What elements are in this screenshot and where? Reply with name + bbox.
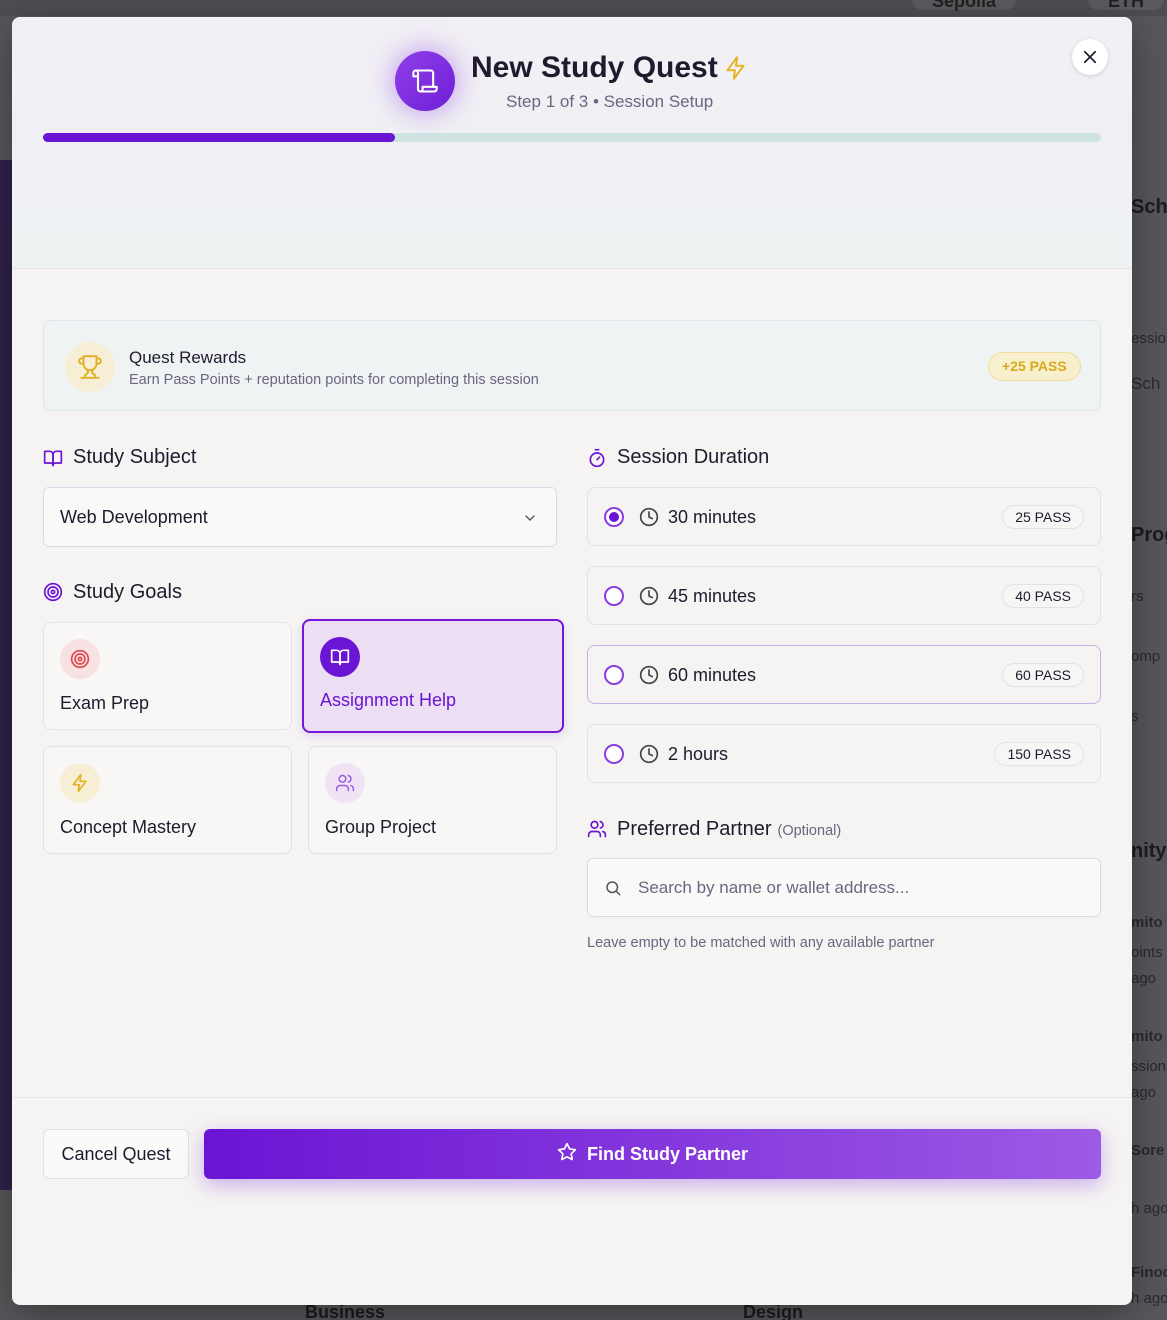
subject-select-value: Web Development xyxy=(60,507,208,527)
bg-fragment: Finoc xyxy=(1131,1264,1167,1281)
bg-fragment: h ago xyxy=(1131,1200,1167,1217)
partner-search-input[interactable] xyxy=(638,859,1088,916)
step-progress-bar xyxy=(43,133,1101,142)
book-icon xyxy=(320,637,360,677)
bg-fragment: oints xyxy=(1131,944,1163,961)
bg-fragment: omp xyxy=(1131,648,1161,665)
bg-fragment: Sore xyxy=(1131,1142,1165,1159)
rewards-badge: +25 PASS xyxy=(988,352,1081,381)
clock-icon xyxy=(639,507,659,532)
bg-fragment: nity xyxy=(1131,840,1167,862)
optional-tag: (Optional) xyxy=(777,823,842,839)
pass-badge: 150 PASS xyxy=(994,742,1084,766)
bg-fragment: s xyxy=(1131,708,1139,725)
network-pill: Sepolia xyxy=(912,0,1017,11)
goal-label: Assignment Help xyxy=(320,690,457,710)
users-icon xyxy=(587,819,607,844)
study-subject-label: Study Subject xyxy=(73,446,197,468)
duration-label: 30 minutes xyxy=(668,507,757,527)
bg-fragment: mito xyxy=(1131,1028,1163,1045)
session-duration-label: Session Duration xyxy=(617,446,770,468)
duration-label: 60 minutes xyxy=(668,665,757,685)
radio-button[interactable] xyxy=(604,507,624,527)
radio-button[interactable] xyxy=(604,586,624,606)
bg-fragment: Sche xyxy=(1131,196,1167,218)
partner-search-field[interactable] xyxy=(587,858,1101,917)
pass-badge: 40 PASS xyxy=(1002,584,1084,608)
goal-exam-prep[interactable]: Exam Prep xyxy=(43,622,292,730)
timer-icon xyxy=(587,448,607,473)
goal-label: Group Project xyxy=(325,817,437,837)
study-goals-label: Study Goals xyxy=(73,581,182,603)
goal-concept-mastery[interactable]: Concept Mastery xyxy=(43,746,292,854)
book-open-icon xyxy=(43,448,63,473)
clock-icon xyxy=(639,586,659,611)
rewards-title: Quest Rewards xyxy=(129,348,247,367)
clock-icon xyxy=(639,744,659,769)
new-quest-modal: New Study Quest Step 1 of 3 • Session Se… xyxy=(12,17,1132,1305)
currency-pill: ETH xyxy=(1088,0,1164,11)
duration-option-45min[interactable]: 45 minutes 40 PASS xyxy=(587,566,1101,625)
bg-fragment: ago xyxy=(1131,1084,1157,1101)
duration-label: 2 hours xyxy=(668,744,729,764)
find-study-partner-label: Find Study Partner xyxy=(586,1143,748,1164)
goal-group-project[interactable]: Group Project xyxy=(308,746,557,854)
modal-subtitle: Step 1 of 3 • Session Setup xyxy=(506,92,714,111)
pass-badge: 60 PASS xyxy=(1002,663,1084,687)
target-icon xyxy=(60,639,100,679)
modal-title: New Study Quest xyxy=(471,51,718,84)
radio-button[interactable] xyxy=(604,744,624,764)
users-icon xyxy=(325,763,365,803)
chevron-down-icon xyxy=(522,510,538,531)
radio-button[interactable] xyxy=(604,665,624,685)
bg-fragment: rs xyxy=(1131,588,1144,605)
bg-fragment: essio xyxy=(1131,330,1167,347)
bg-fragment: Prog xyxy=(1131,524,1167,546)
pass-badge: 25 PASS xyxy=(1002,505,1084,529)
star-icon xyxy=(557,1142,577,1167)
trophy-icon xyxy=(65,342,115,392)
preferred-partner-text: Preferred Partner xyxy=(617,818,772,840)
quest-rewards-card: Quest Rewards Earn Pass Points + reputat… xyxy=(43,320,1101,411)
duration-option-2hours[interactable]: 2 hours 150 PASS xyxy=(587,724,1101,783)
modal-footer: Cancel Quest Find Study Partner xyxy=(12,1097,1132,1305)
bg-fragment: ssion xyxy=(1131,1058,1167,1075)
close-button[interactable] xyxy=(1072,39,1108,75)
bolt-icon xyxy=(60,763,100,803)
search-icon xyxy=(604,879,622,902)
preferred-partner-label: Preferred Partner (Optional) xyxy=(617,818,841,841)
bg-fragment: ago xyxy=(1131,970,1157,987)
modal-header: New Study Quest Step 1 of 3 • Session Se… xyxy=(12,17,1132,269)
find-study-partner-button[interactable]: Find Study Partner xyxy=(204,1129,1101,1179)
duration-option-60min[interactable]: 60 minutes 60 PASS xyxy=(587,645,1101,704)
goal-label: Concept Mastery xyxy=(60,817,197,837)
close-icon xyxy=(1083,50,1097,64)
step-progress-fill xyxy=(43,133,396,142)
clock-icon xyxy=(639,665,659,690)
background-purple-panel xyxy=(0,160,12,1190)
bolt-icon xyxy=(723,55,749,86)
bg-fragment: h ago xyxy=(1131,1290,1167,1307)
goal-assignment-help[interactable]: Assignment Help xyxy=(302,619,564,733)
scroll-icon xyxy=(395,51,455,111)
target-icon xyxy=(43,582,63,607)
rewards-description: Earn Pass Points + reputation points for… xyxy=(129,372,539,388)
bg-fragment: Sch xyxy=(1131,374,1161,393)
bg-fragment: mito xyxy=(1131,914,1163,931)
subject-select[interactable]: Web Development xyxy=(43,487,557,547)
duration-option-30min[interactable]: 30 minutes 25 PASS xyxy=(587,487,1101,546)
goal-label: Exam Prep xyxy=(60,693,150,713)
duration-label: 45 minutes xyxy=(668,586,757,606)
cancel-quest-button[interactable]: Cancel Quest xyxy=(43,1129,189,1179)
partner-hint: Leave empty to be matched with any avail… xyxy=(587,935,935,951)
